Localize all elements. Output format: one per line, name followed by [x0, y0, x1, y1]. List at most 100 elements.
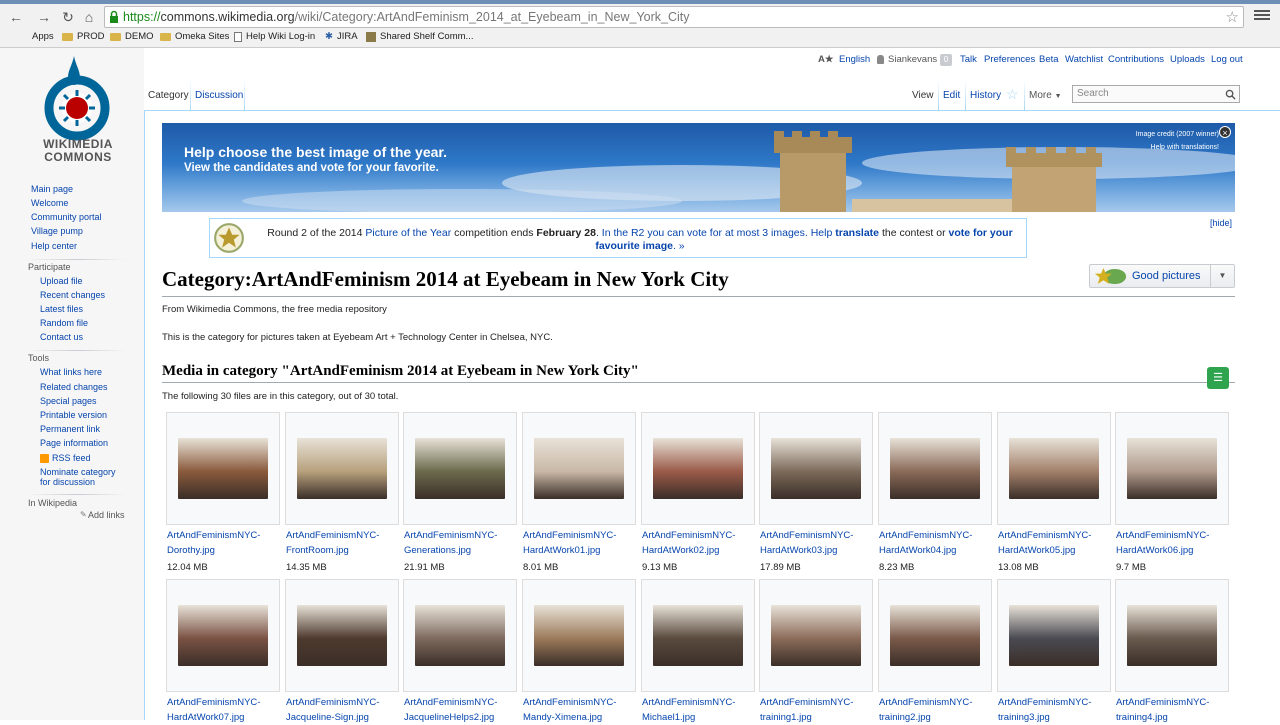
gallery-thumbnail-box[interactable]	[759, 412, 873, 525]
sidebar-item-main-page[interactable]: Main page	[31, 184, 73, 194]
thumbnail-image[interactable]	[1009, 605, 1099, 666]
bookmark-help-wiki[interactable]: Help Wiki Log-in	[234, 31, 315, 42]
sidebar-item-related-changes[interactable]: Related changes	[40, 382, 108, 392]
file-name-link[interactable]: ArtAndFeminismNYC- HardAtWork01.jpg	[523, 528, 639, 558]
bookmark-prod[interactable]: PROD	[62, 31, 104, 42]
file-name-link[interactable]: ArtAndFeminismNYC- Jacqueline-Sign.jpg	[286, 695, 402, 725]
home-icon[interactable]: ⌂	[81, 9, 97, 25]
notifications-badge[interactable]: 0	[940, 54, 952, 66]
thumbnail-image[interactable]	[653, 438, 743, 499]
watchlist-link[interactable]: Watchlist	[1065, 54, 1103, 65]
gallery-thumbnail-box[interactable]	[522, 412, 636, 525]
translate-link[interactable]: translate	[835, 227, 879, 239]
bookmark-shared-shelf[interactable]: Shared Shelf Comm...	[366, 31, 473, 42]
thumbnail-image[interactable]	[771, 605, 861, 666]
sidebar-item-printable-version[interactable]: Printable version	[40, 410, 107, 420]
thumbnail-image[interactable]	[297, 438, 387, 499]
tab-discussion[interactable]: Discussion	[195, 90, 243, 101]
bookmark-star-icon[interactable]: ☆	[1226, 8, 1239, 26]
gallery-thumbnail-box[interactable]	[997, 412, 1111, 525]
gallery-thumbnail-box[interactable]	[522, 579, 636, 692]
file-name-link[interactable]: ArtAndFeminismNYC- Mandy-Ximena.jpg	[523, 695, 639, 725]
logout-link[interactable]: Log out	[1211, 54, 1243, 65]
address-bar[interactable]: https://commons.wikimedia.org/wiki/Categ…	[104, 6, 1244, 28]
file-name-link[interactable]: ArtAndFeminismNYC- HardAtWork02.jpg	[642, 528, 758, 558]
sidebar-item-random-file[interactable]: Random file	[40, 318, 88, 328]
file-name-link[interactable]: ArtAndFeminismNYC- JacquelineHelps2.jpg	[404, 695, 520, 725]
thumbnail-image[interactable]	[1127, 605, 1217, 666]
gallery-thumbnail-box[interactable]	[641, 412, 755, 525]
sidebar-item-what-links-here[interactable]: What links here	[40, 367, 102, 377]
bookmark-jira[interactable]: ✱ JIRA	[325, 31, 358, 42]
gallery-thumbnail-box[interactable]	[403, 579, 517, 692]
gallery-thumbnail-box[interactable]	[878, 412, 992, 525]
tab-category[interactable]: Category	[148, 90, 189, 101]
browser-menu-icon[interactable]	[1254, 8, 1270, 24]
thumbnail-image[interactable]	[1009, 438, 1099, 499]
thumbnail-image[interactable]	[415, 438, 505, 499]
hide-notice-link[interactable]: [hide]	[1210, 218, 1232, 228]
thumbnail-image[interactable]	[534, 438, 624, 499]
file-name-link[interactable]: ArtAndFeminismNYC- HardAtWork06.jpg	[1116, 528, 1232, 558]
uploads-link[interactable]: Uploads	[1170, 54, 1205, 65]
language-link[interactable]: English	[839, 54, 870, 65]
sidebar-item-special-pages[interactable]: Special pages	[40, 396, 97, 406]
bookmark-demo[interactable]: DEMO	[110, 31, 154, 42]
thumbnail-image[interactable]	[297, 605, 387, 666]
thumbnail-image[interactable]	[890, 605, 980, 666]
gallery-tool-button[interactable]: ☰	[1207, 367, 1229, 389]
chevron-down-icon[interactable]: ▼	[1210, 265, 1234, 287]
username-link[interactable]: Siankevans	[888, 54, 937, 65]
gallery-thumbnail-box[interactable]	[166, 412, 280, 525]
gallery-thumbnail-box[interactable]	[403, 412, 517, 525]
gallery-thumbnail-box[interactable]	[166, 579, 280, 692]
sidebar-item-nominate-category[interactable]: Nominate category	[40, 467, 116, 477]
picture-of-the-year-banner[interactable]: Help choose the best image of the year. …	[162, 123, 1235, 212]
file-name-link[interactable]: ArtAndFeminismNYC- HardAtWork07.jpg	[167, 695, 283, 725]
file-name-link[interactable]: ArtAndFeminismNYC- HardAtWork03.jpg	[760, 528, 876, 558]
sidebar-item-page-information[interactable]: Page information	[40, 438, 108, 448]
gallery-thumbnail-box[interactable]	[1115, 412, 1229, 525]
sidebar-item-upload-file[interactable]: Upload file	[40, 276, 83, 286]
file-name-link[interactable]: ArtAndFeminismNYC-training3.jpg	[998, 695, 1114, 725]
file-name-link[interactable]: ArtAndFeminismNYC- HardAtWork04.jpg	[879, 528, 995, 558]
forward-icon[interactable]: →	[36, 9, 52, 25]
tab-view[interactable]: View	[912, 90, 934, 101]
file-name-link[interactable]: ArtAndFeminismNYC- Generations.jpg	[404, 528, 520, 558]
gallery-thumbnail-box[interactable]	[285, 412, 399, 525]
bookmark-omeka[interactable]: Omeka Sites	[160, 31, 229, 42]
thumbnail-image[interactable]	[415, 605, 505, 666]
talk-link[interactable]: Talk	[960, 54, 977, 65]
search-input[interactable]: Search	[1072, 85, 1240, 103]
sidebar-item-recent-changes[interactable]: Recent changes	[40, 290, 105, 300]
file-name-link[interactable]: ArtAndFeminismNYC-training2.jpg	[879, 695, 995, 725]
preferences-link[interactable]: Preferences	[984, 54, 1035, 65]
good-pictures-button[interactable]: Good pictures ▼	[1089, 264, 1235, 288]
file-name-link[interactable]: ArtAndFeminismNYC- HardAtWork05.jpg	[998, 528, 1114, 558]
tab-history[interactable]: History	[970, 90, 1001, 101]
file-name-link[interactable]: ArtAndFeminismNYC- FrontRoom.jpg	[286, 528, 402, 558]
file-name-link[interactable]: ArtAndFeminismNYC-training1.jpg	[760, 695, 876, 725]
sidebar-item-permanent-link[interactable]: Permanent link	[40, 424, 100, 434]
picture-of-the-year-link[interactable]: Picture of the Year	[365, 227, 451, 239]
file-name-link[interactable]: ArtAndFeminismNYC- Michael1.jpg	[642, 695, 758, 725]
bookmark-apps[interactable]: Apps	[32, 31, 54, 42]
help-translate-link[interactable]: Help with translations!	[1136, 141, 1219, 154]
file-name-link[interactable]: ArtAndFeminismNYC- Dorothy.jpg	[167, 528, 283, 558]
gallery-thumbnail-box[interactable]	[759, 579, 873, 692]
close-icon[interactable]: ×	[1219, 126, 1231, 138]
search-icon[interactable]	[1225, 89, 1236, 100]
beta-link[interactable]: Beta	[1039, 54, 1059, 65]
sidebar-item-nominate-category-cont[interactable]: for discussion	[40, 477, 95, 487]
reload-icon[interactable]: ↻	[60, 9, 76, 25]
add-links-link[interactable]: Add links	[88, 510, 125, 520]
tab-edit[interactable]: Edit	[943, 90, 960, 101]
thumbnail-image[interactable]	[771, 438, 861, 499]
sidebar-item-welcome[interactable]: Welcome	[31, 198, 68, 208]
gallery-thumbnail-box[interactable]	[878, 579, 992, 692]
thumbnail-image[interactable]	[534, 605, 624, 666]
sidebar-item-rss-feed[interactable]: RSS feed	[52, 453, 91, 463]
thumbnail-image[interactable]	[1127, 438, 1217, 499]
thumbnail-image[interactable]	[178, 438, 268, 499]
image-credit-link[interactable]: Image credit (2007 winner)	[1136, 128, 1219, 141]
